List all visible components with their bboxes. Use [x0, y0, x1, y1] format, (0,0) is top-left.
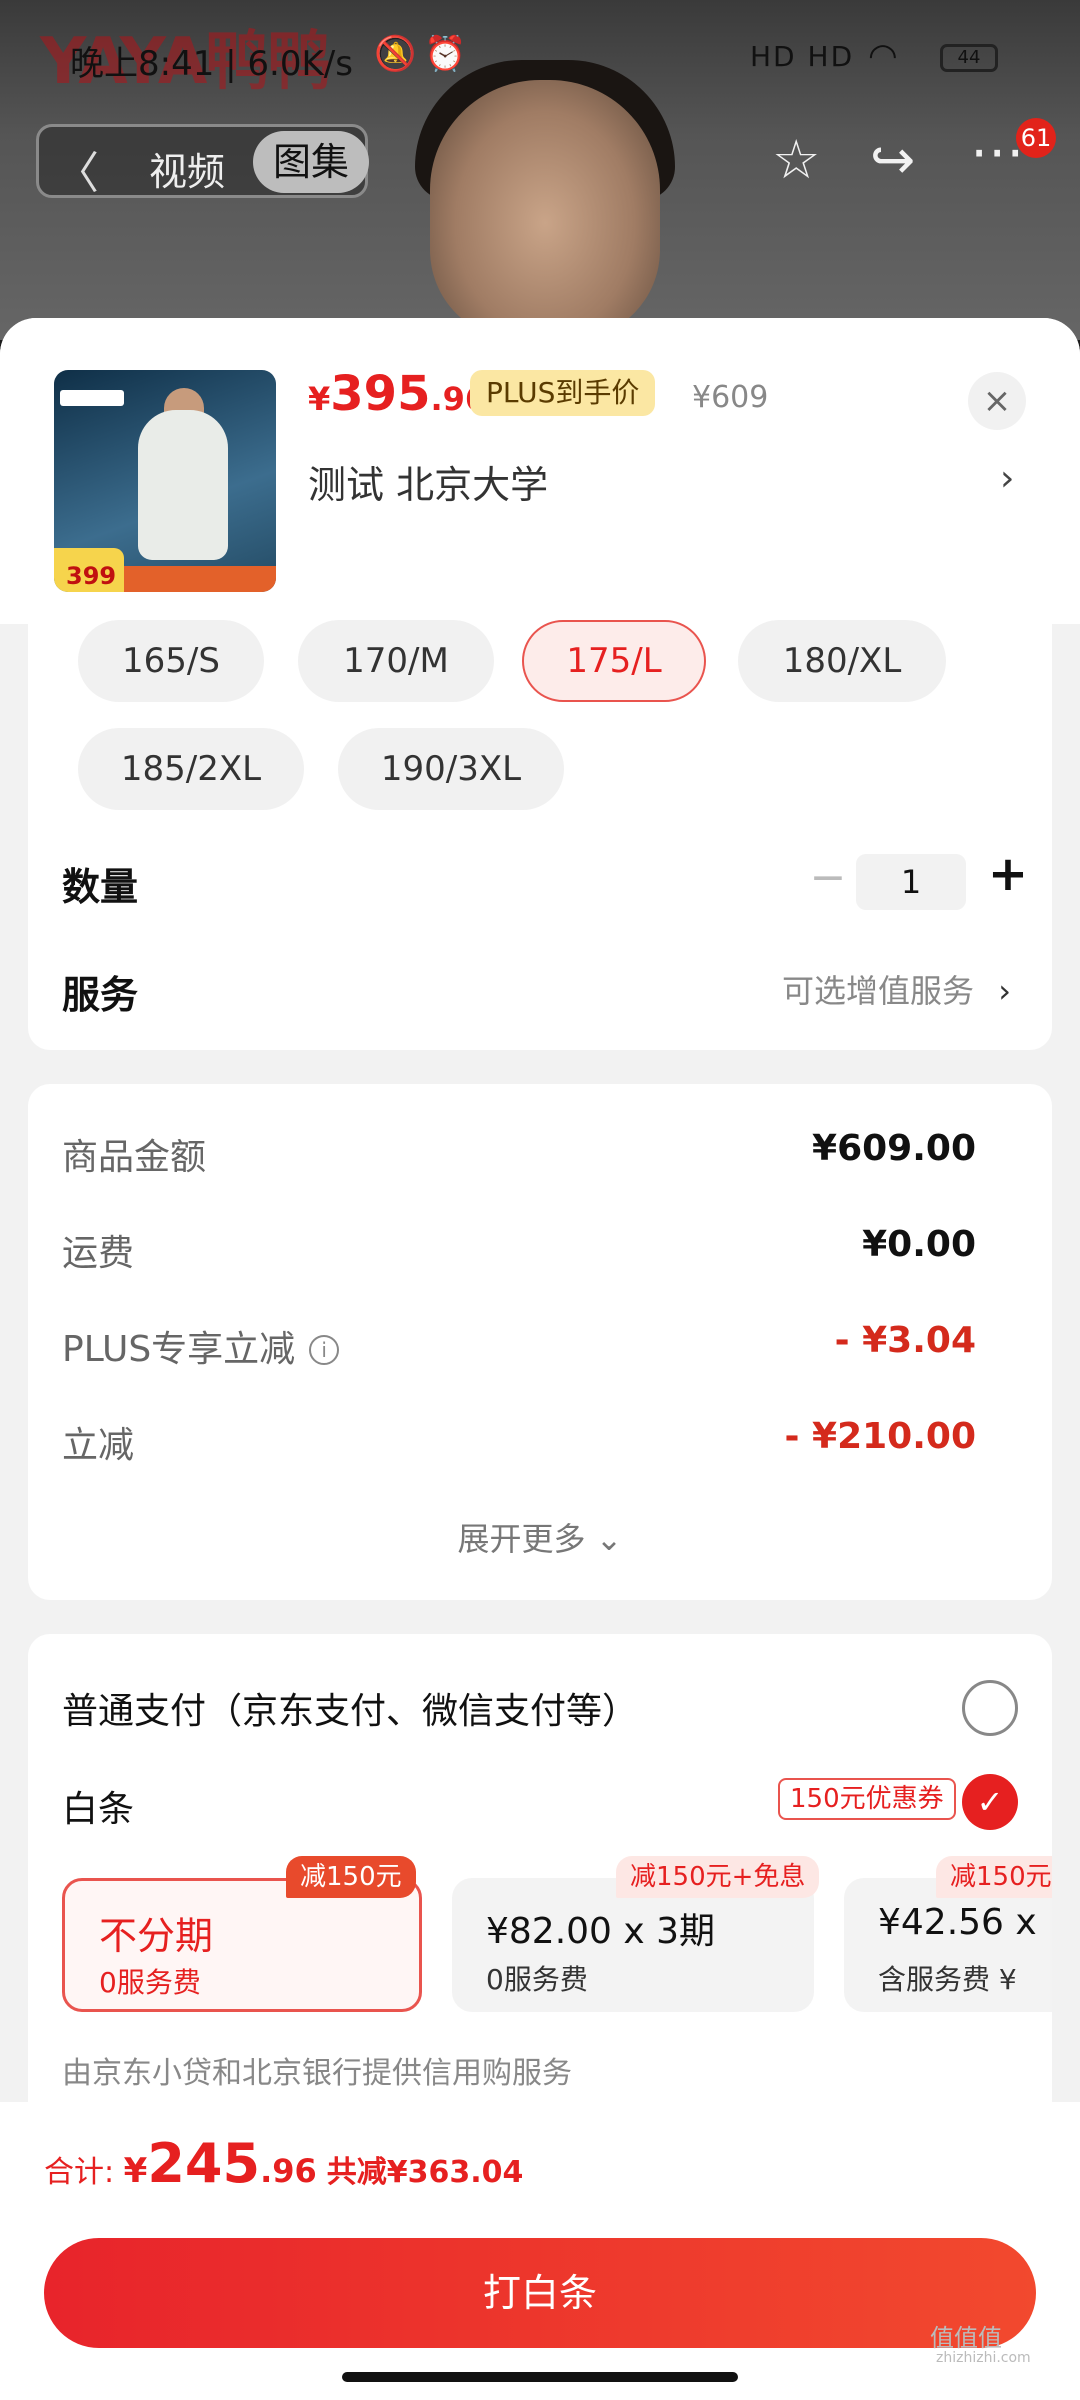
- fee-label: 运费: [62, 1233, 135, 1274]
- plan-discount-tag: 减150元: [936, 1856, 1052, 1898]
- size-option[interactable]: 170/M: [298, 620, 494, 702]
- quantity-label: 数量: [62, 865, 139, 909]
- service-selector[interactable]: 可选增值服务 ›: [782, 966, 1011, 1012]
- baitiao-checked-icon[interactable]: ✓: [962, 1774, 1018, 1830]
- service-label: 服务: [62, 973, 139, 1017]
- size-option[interactable]: 190/3XL: [338, 728, 564, 810]
- fee-value: - ¥210.00: [784, 1416, 976, 1457]
- battery-icon: 44: [940, 44, 998, 72]
- home-indicator[interactable]: [342, 2372, 738, 2382]
- product-thumbnail[interactable]: 399: [54, 370, 276, 592]
- mute-bell-icon: 🔕: [374, 34, 417, 74]
- purchase-sheet: 399 ¥395.96 PLUS到手价 ¥609 × 测试 北京大学 › 165…: [0, 318, 1080, 2400]
- plan-title: 不分期: [99, 1914, 214, 1958]
- total-label: 合计:: [44, 2155, 124, 2190]
- fee-label: 商品金额: [62, 1137, 207, 1178]
- thumb-ribbon: [124, 566, 276, 592]
- plan-fee: 0服务费: [99, 1966, 201, 1999]
- watermark-logo: 值值值: [930, 2324, 1002, 2352]
- installment-plan-selected[interactable]: 不分期 0服务费: [62, 1878, 422, 2012]
- wifi-icon: ◠: [868, 36, 898, 76]
- tab-video[interactable]: 视频: [149, 141, 225, 196]
- service-value: 可选增值服务: [782, 972, 975, 1010]
- favorite-star-icon[interactable]: ☆: [772, 128, 820, 191]
- status-bar: 晚上8:41 | 6.0K/s 🔕 ⏰ HD HD ◠ 44: [0, 0, 1080, 110]
- plan-discount-tag: 减150元: [286, 1856, 416, 1898]
- fee-value: ¥0.00: [862, 1224, 976, 1265]
- plan-title: ¥82.00 x 3期: [486, 1911, 716, 1952]
- quantity-increase-button[interactable]: +: [980, 846, 1036, 902]
- price-integer: 395: [330, 366, 431, 422]
- info-icon[interactable]: i: [309, 1335, 340, 1365]
- tab-gallery[interactable]: 图集: [253, 131, 369, 193]
- fee-label-row: PLUS专享立减 i: [62, 1320, 340, 1372]
- normal-payment-radio[interactable]: [962, 1680, 1018, 1736]
- thumb-label: [60, 390, 124, 406]
- size-option[interactable]: 180/XL: [738, 620, 946, 702]
- order-total: 合计: ¥245.96 共减¥363.04: [44, 2132, 523, 2195]
- expand-more-button[interactable]: 展开更多 ⌄: [28, 1514, 1052, 1560]
- price-breakdown-card: 商品金额 ¥609.00 运费 ¥0.00 PLUS专享立减 i - ¥3.04 …: [28, 1084, 1052, 1600]
- quantity-input[interactable]: 1: [856, 854, 966, 910]
- plan-fee: 0服务费: [486, 1963, 588, 1996]
- size-and-quantity-card: 165/S 170/M 175/L 180/XL 185/2XL 190/3XL…: [28, 620, 1052, 1050]
- pay-baitiao-button[interactable]: 打白条: [44, 2238, 1036, 2348]
- more-icon[interactable]: ⋯: [970, 120, 1024, 183]
- thumb-price: 399: [54, 548, 124, 592]
- plus-price-tag: PLUS到手价: [470, 370, 656, 416]
- message-badge: 61: [1016, 118, 1056, 158]
- size-option[interactable]: 185/2XL: [78, 728, 304, 810]
- media-tab-switcher: 〈 视频 图集: [36, 124, 369, 201]
- chevron-right-icon: ›: [998, 972, 1011, 1010]
- plan-title: ¥42.56 x: [878, 1902, 1037, 1943]
- total-savings: 共减¥363.04: [326, 2155, 524, 2190]
- status-time: 晚上8:41 | 6.0K/s: [70, 44, 353, 84]
- signal-icon: HD HD: [750, 40, 855, 73]
- original-price: ¥609: [692, 380, 769, 415]
- watermark-site: zhizhizhi.com: [936, 2350, 1031, 2366]
- size-option-selected[interactable]: 175/L: [522, 620, 706, 702]
- model-face: [430, 80, 660, 340]
- product-header: 399 ¥395.96 PLUS到手价 ¥609 × 测试 北京大学 ›: [0, 318, 1080, 624]
- checkout-bar: 合计: ¥245.96 共减¥363.04 打白条: [0, 2102, 1080, 2400]
- total-integer: 245: [147, 2132, 261, 2195]
- close-button[interactable]: ×: [968, 372, 1026, 430]
- plan-discount-tag: 减150元+免息: [616, 1856, 820, 1898]
- selected-spec[interactable]: 测试 北京大学: [308, 454, 548, 509]
- total-symbol: ¥: [123, 2151, 148, 2191]
- baitiao-label[interactable]: 白条: [62, 1780, 134, 1832]
- back-icon[interactable]: 〈: [55, 137, 99, 201]
- fee-value: ¥609.00: [812, 1128, 976, 1169]
- fee-label: PLUS专享立减: [62, 1329, 296, 1370]
- credit-provider-note: 由京东小贷和北京银行提供信用购服务: [62, 2056, 572, 2091]
- installment-plan[interactable]: ¥82.00 x 3期 0服务费: [452, 1878, 814, 2012]
- price-symbol: ¥: [308, 380, 331, 418]
- fee-label: 立减: [62, 1425, 135, 1466]
- plus-price: ¥395.96: [308, 366, 487, 422]
- total-decimal: .96: [260, 2152, 317, 2190]
- normal-payment-label[interactable]: 普通支付（京东支付、微信支付等）: [62, 1682, 638, 1734]
- share-icon[interactable]: ↪: [870, 128, 915, 191]
- alarm-icon: ⏰: [424, 34, 467, 74]
- coupon-badge: 150元优惠券: [778, 1778, 956, 1820]
- installment-plan[interactable]: ¥42.56 x 含服务费 ¥: [844, 1878, 1052, 2012]
- payment-method-card: 普通支付（京东支付、微信支付等） 白条 150元优惠券 ✓ 不分期 0服务费 减…: [28, 1634, 1052, 2104]
- thumb-jacket: [138, 410, 228, 560]
- chevron-right-icon[interactable]: ›: [1000, 458, 1014, 499]
- quantity-decrease-button[interactable]: −: [798, 852, 858, 903]
- plan-fee: 含服务费 ¥: [878, 1963, 1017, 1996]
- size-option[interactable]: 165/S: [78, 620, 264, 702]
- fee-value: - ¥3.04: [834, 1320, 976, 1361]
